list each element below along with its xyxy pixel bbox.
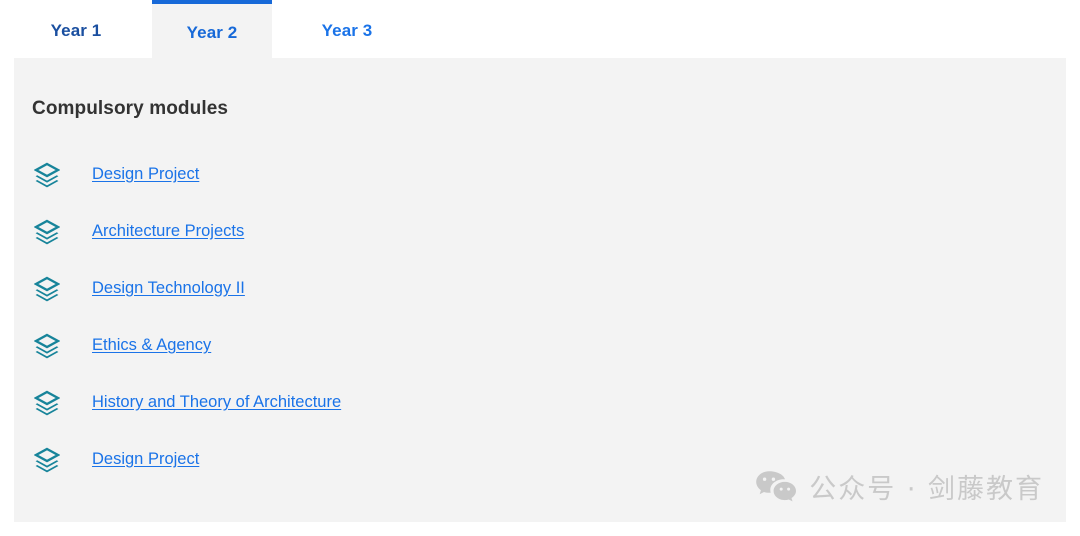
- module-link[interactable]: Design Project: [92, 165, 199, 184]
- module-link[interactable]: Architecture Projects: [92, 222, 244, 241]
- tab-year-3[interactable]: Year 3: [272, 0, 422, 62]
- module-link[interactable]: Ethics & Agency: [92, 336, 211, 355]
- tab-year-1-label: Year 1: [50, 21, 102, 40]
- layers-icon: [33, 447, 61, 473]
- layers-icon: [33, 219, 61, 245]
- layers-icon: [33, 333, 61, 359]
- list-item: Architecture Projects: [14, 203, 1066, 260]
- list-item: Design Technology II: [14, 260, 1066, 317]
- page-title: Compulsory modules: [32, 98, 229, 119]
- layers-icon: [33, 390, 61, 416]
- module-link[interactable]: Design Technology II: [92, 279, 245, 298]
- tab-year-1[interactable]: Year 1: [0, 0, 152, 62]
- layers-icon: [33, 276, 61, 302]
- tab-year-2-label: Year 2: [186, 23, 238, 42]
- list-item: Design Project: [14, 146, 1066, 203]
- list-item: Design Project: [14, 431, 1066, 488]
- year-2-content-panel: Compulsory modules Design Project Archit…: [14, 58, 1066, 522]
- year-tab-bar: Year 1 Year 2 Year 3: [0, 0, 1080, 62]
- module-link[interactable]: Design Project: [92, 450, 199, 469]
- tab-year-2[interactable]: Year 2: [152, 0, 272, 62]
- compulsory-module-list: Design Project Architecture Projects Des…: [14, 146, 1066, 488]
- list-item: History and Theory of Architecture: [14, 374, 1066, 431]
- module-link[interactable]: History and Theory of Architecture: [92, 393, 341, 412]
- list-item: Ethics & Agency: [14, 317, 1066, 374]
- layers-icon: [33, 162, 61, 188]
- tab-year-3-label: Year 3: [321, 21, 373, 40]
